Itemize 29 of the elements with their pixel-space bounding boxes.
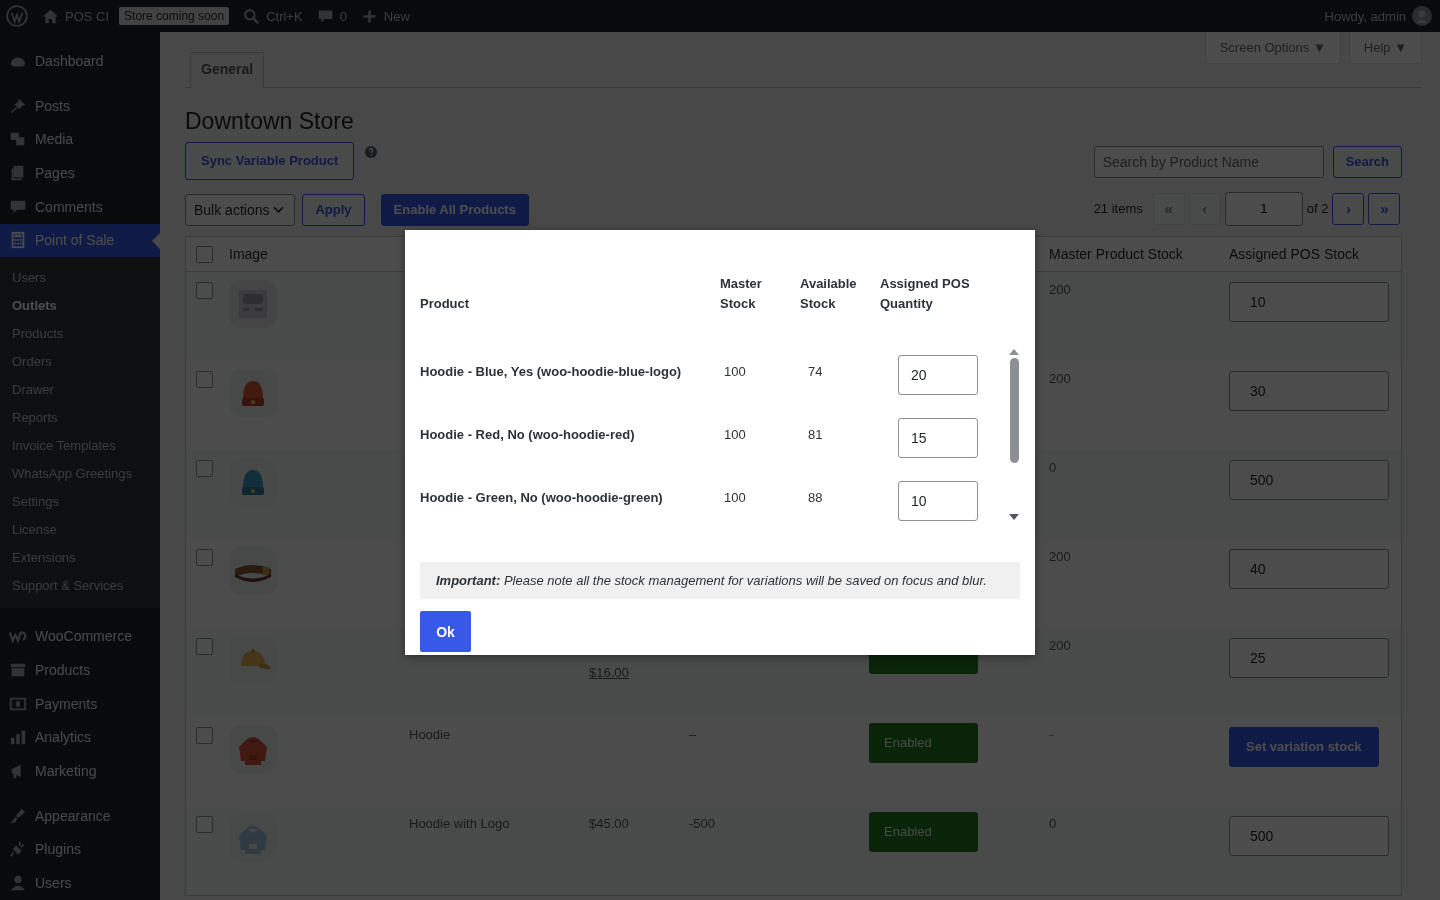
- column-header[interactable]: Image: [229, 245, 268, 262]
- column-header: Assigned POS Quantity: [880, 275, 971, 313]
- master-stock-value: 100: [723, 363, 747, 381]
- column-header: Product: [420, 295, 471, 313]
- ok-button[interactable]: Ok: [420, 611, 471, 652]
- column-header[interactable]: Assigned POS Stock: [1229, 245, 1359, 262]
- column-header[interactable]: Master Product Stock: [1049, 245, 1183, 262]
- master-stock-value: 100: [723, 489, 747, 507]
- available-stock-value: 74: [807, 363, 824, 381]
- available-stock-value: 81: [807, 426, 824, 444]
- master-stock-value: 100: [723, 426, 747, 444]
- quantity-field[interactable]: 10: [898, 481, 978, 521]
- item-count: 21 items: [1093, 201, 1143, 217]
- variation-name: Hoodie - Green, No (woo-hoodie-green): [420, 489, 664, 507]
- scrollbar-thumb[interactable]: [1009, 358, 1019, 463]
- page-title: Downtown Store: [185, 108, 355, 136]
- page-total: of 2: [1306, 201, 1329, 217]
- quantity-field[interactable]: 15: [898, 418, 978, 458]
- variation-name: Hoodie - Blue, Yes (woo-hoodie-blue-logo): [420, 363, 683, 381]
- quantity-field[interactable]: 20: [898, 355, 978, 395]
- master-stock-value: -: [1049, 726, 1054, 742]
- available-stock-value: 88: [807, 489, 824, 507]
- scroll-down-arrow-icon[interactable]: [1009, 514, 1019, 520]
- column-header: Available Stock: [800, 275, 858, 313]
- scroll-up-arrow-icon[interactable]: [1009, 349, 1019, 355]
- variation-name: Hoodie - Red, No (woo-hoodie-red): [420, 426, 636, 444]
- column-header: Master Stock: [720, 275, 763, 313]
- stock-value: –: [689, 726, 697, 742]
- notice-text: Important: Please note all the stock management for variations will be saved on focus and blur.: [420, 562, 1020, 599]
